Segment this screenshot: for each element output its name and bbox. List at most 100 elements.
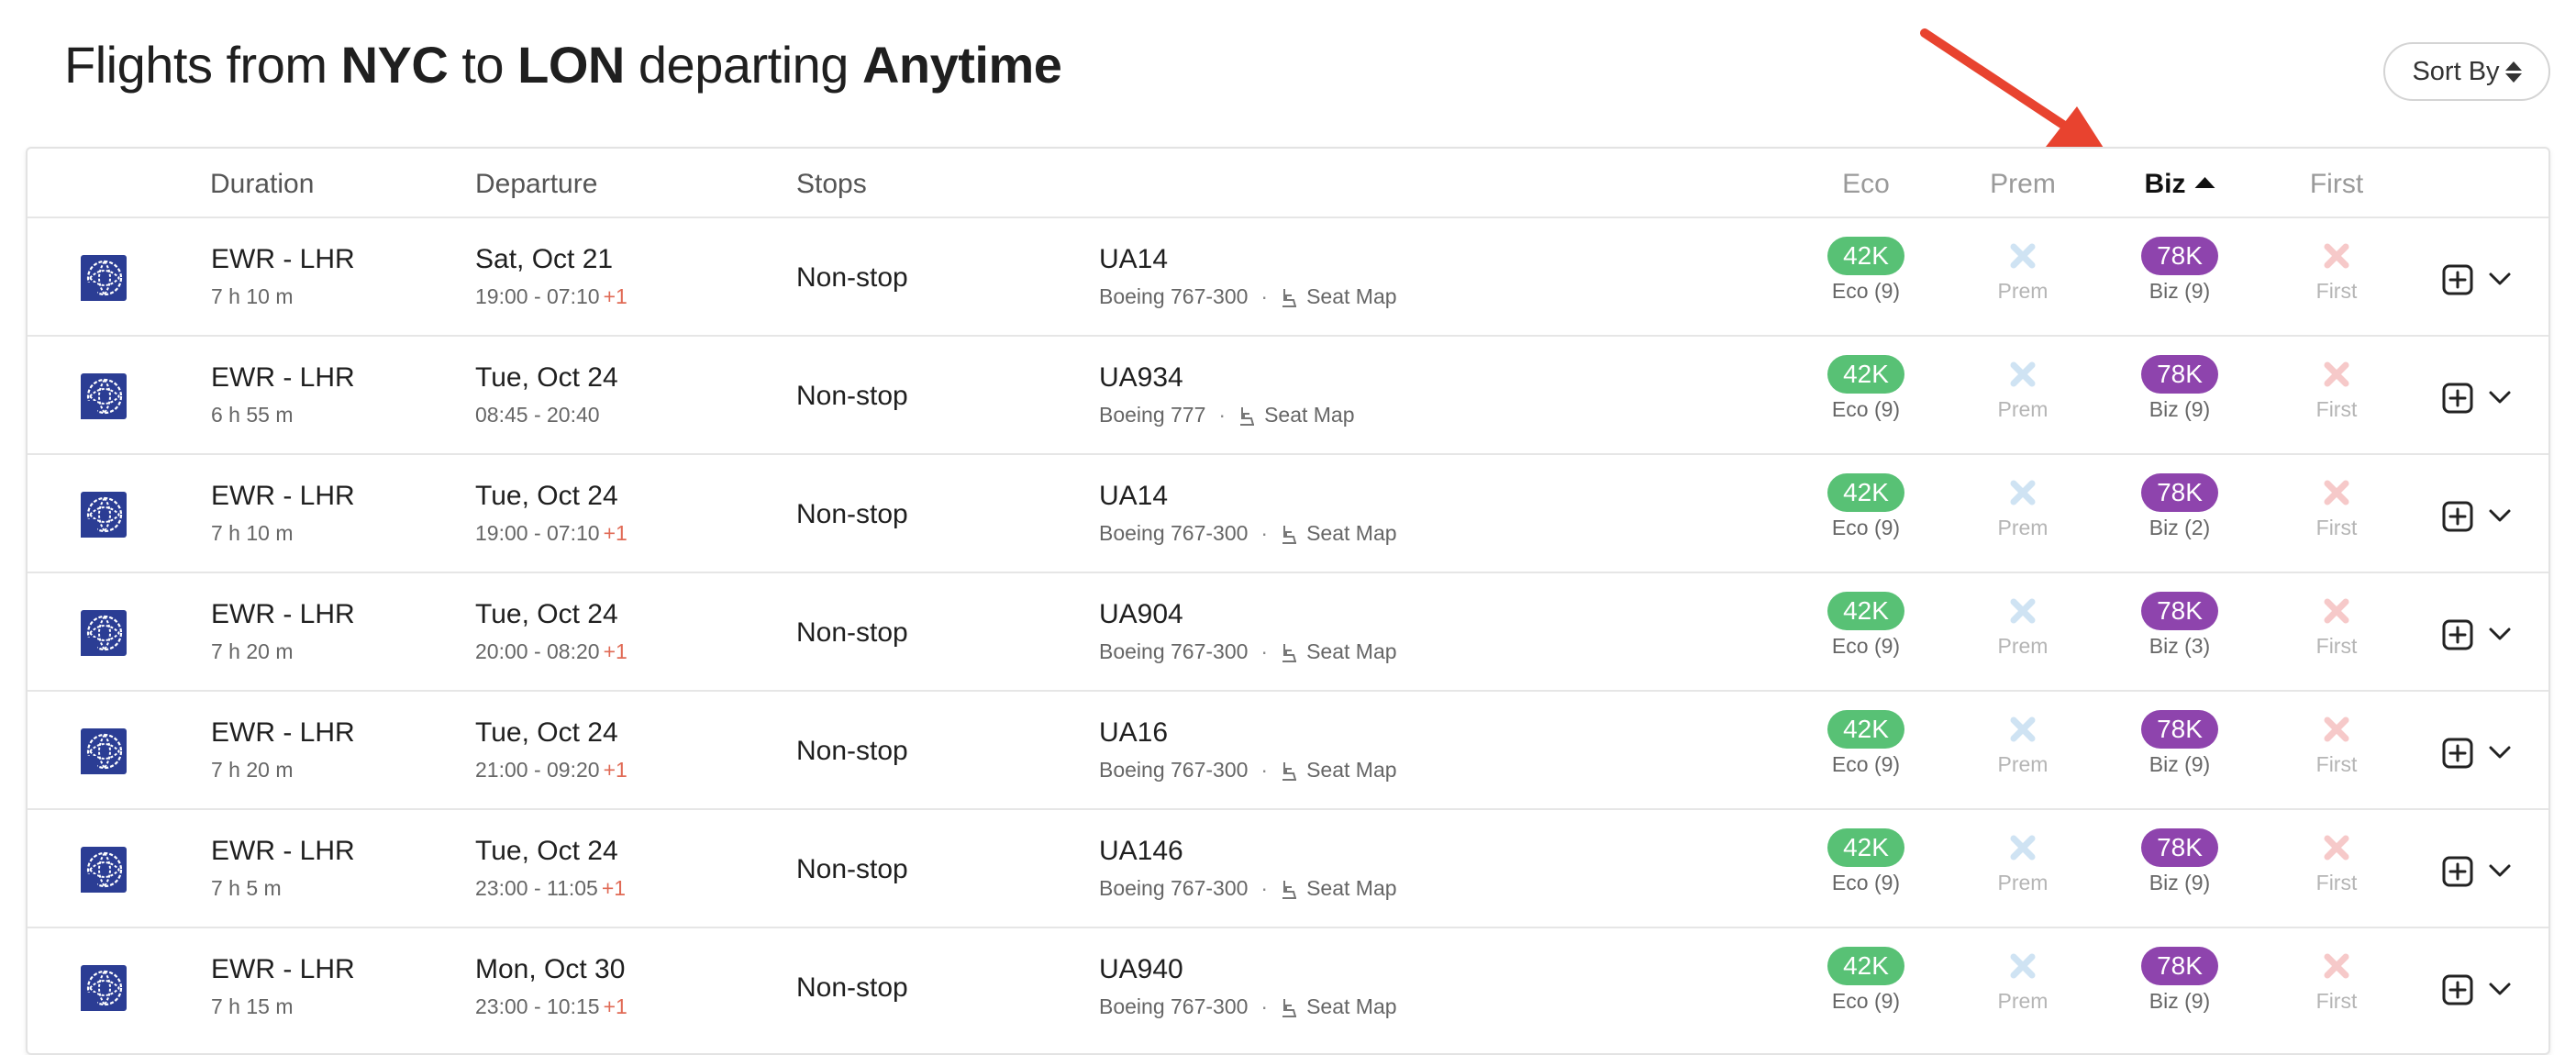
flight-row[interactable]: EWR - LHR 7 h 20 m Tue, Oct 24 21:00 - 0…	[28, 692, 2548, 810]
flight-row[interactable]: EWR - LHR 7 h 5 m Tue, Oct 24 23:00 - 11…	[28, 810, 2548, 928]
departure-date: Tue, Oct 24	[475, 481, 618, 511]
biz-price-pill[interactable]: 78K	[2141, 237, 2218, 275]
flight-duration: 7 h 10 m	[211, 521, 294, 545]
eco-price-pill[interactable]: 42K	[1827, 828, 1904, 867]
plus-square-icon[interactable]	[2442, 264, 2473, 295]
plus-square-icon[interactable]	[2442, 856, 2473, 887]
prem-unavailable-x-icon	[1954, 592, 2092, 630]
prem-label: Prem	[1997, 279, 2049, 303]
next-day-indicator: +1	[603, 639, 627, 663]
next-day-indicator: +1	[603, 994, 627, 1018]
biz-fare[interactable]: 78K Biz (9)	[2111, 355, 2248, 422]
seat-map-link[interactable]: Seat Map	[1281, 521, 1397, 546]
chevron-down-icon[interactable]	[2488, 980, 2512, 998]
col-biz[interactable]: Biz	[2145, 169, 2215, 200]
biz-availability: Biz (9)	[2149, 279, 2211, 303]
biz-price-pill[interactable]: 78K	[2141, 473, 2218, 512]
biz-fare[interactable]: 78K Biz (9)	[2111, 947, 2248, 1014]
prem-label: Prem	[1997, 752, 2049, 776]
flight-row[interactable]: EWR - LHR 7 h 10 m Sat, Oct 21 19:00 - 0…	[28, 218, 2548, 337]
prem-fare: Prem	[1954, 828, 2092, 895]
route: EWR - LHR	[211, 481, 355, 511]
seat-map-link[interactable]: Seat Map	[1281, 876, 1397, 901]
flight-duration: 6 h 55 m	[211, 403, 294, 427]
col-duration[interactable]: Duration	[210, 169, 314, 200]
flight-row[interactable]: EWR - LHR 7 h 10 m Tue, Oct 24 19:00 - 0…	[28, 455, 2548, 573]
stops: Non-stop	[796, 736, 908, 766]
col-eco[interactable]: Eco	[1842, 169, 1890, 200]
biz-price-pill[interactable]: 78K	[2141, 355, 2218, 394]
seat-map-label: Seat Map	[1306, 994, 1397, 1018]
eco-fare[interactable]: 42K Eco (9)	[1797, 473, 1935, 540]
seat-map-link[interactable]: Seat Map	[1238, 403, 1355, 428]
aircraft-type: Boeing 767-300	[1099, 639, 1249, 663]
seat-map-link[interactable]: Seat Map	[1281, 639, 1397, 664]
chevron-down-icon[interactable]	[2488, 270, 2512, 288]
eco-fare[interactable]: 42K Eco (9)	[1797, 237, 1935, 304]
biz-price-pill[interactable]: 78K	[2141, 710, 2218, 749]
flight-row[interactable]: EWR - LHR 6 h 55 m Tue, Oct 24 08:45 - 2…	[28, 337, 2548, 455]
chevron-down-icon[interactable]	[2488, 388, 2512, 406]
biz-fare[interactable]: 78K Biz (9)	[2111, 710, 2248, 777]
flight-row[interactable]: EWR - LHR 7 h 15 m Mon, Oct 30 23:00 - 1…	[28, 928, 2548, 1047]
col-stops[interactable]: Stops	[796, 169, 867, 200]
col-prem[interactable]: Prem	[1990, 169, 2056, 200]
flight-row[interactable]: EWR - LHR 7 h 20 m Tue, Oct 24 20:00 - 0…	[28, 573, 2548, 692]
col-first[interactable]: First	[2310, 169, 2363, 200]
aircraft-type: Boeing 767-300	[1099, 284, 1249, 308]
plus-square-icon[interactable]	[2442, 619, 2473, 650]
seat-map-link[interactable]: Seat Map	[1281, 994, 1397, 1019]
seat-map-link[interactable]: Seat Map	[1281, 284, 1397, 309]
prem-unavailable-x-icon	[1954, 473, 2092, 512]
eco-price-pill[interactable]: 42K	[1827, 237, 1904, 275]
biz-fare[interactable]: 78K Biz (2)	[2111, 473, 2248, 540]
chevron-down-icon[interactable]	[2488, 861, 2512, 880]
eco-price-pill[interactable]: 42K	[1827, 592, 1904, 630]
route: EWR - LHR	[211, 362, 355, 393]
eco-fare[interactable]: 42K Eco (9)	[1797, 710, 1935, 777]
chevron-down-icon[interactable]	[2488, 625, 2512, 643]
first-fare: First	[2268, 237, 2405, 304]
first-fare: First	[2268, 947, 2405, 1014]
seat-map-link[interactable]: Seat Map	[1281, 758, 1397, 783]
biz-fare[interactable]: 78K Biz (9)	[2111, 237, 2248, 304]
biz-fare[interactable]: 78K Biz (3)	[2111, 592, 2248, 659]
eco-price-pill[interactable]: 42K	[1827, 473, 1904, 512]
stops: Non-stop	[796, 381, 908, 411]
stops: Non-stop	[796, 262, 908, 293]
first-unavailable-x-icon	[2268, 237, 2405, 275]
eco-fare[interactable]: 42K Eco (9)	[1797, 592, 1935, 659]
chevron-down-icon[interactable]	[2488, 506, 2512, 525]
flight-number: UA16	[1099, 717, 1169, 748]
first-label: First	[2315, 516, 2358, 539]
biz-fare[interactable]: 78K Biz (9)	[2111, 828, 2248, 895]
eco-availability: Eco (9)	[1831, 989, 1901, 1013]
aircraft-info: Boeing 767-300 · Seat Map	[1099, 521, 1397, 546]
plus-square-icon[interactable]	[2442, 974, 2473, 1005]
stops: Non-stop	[796, 617, 908, 648]
chevron-down-icon[interactable]	[2488, 743, 2512, 761]
eco-fare[interactable]: 42K Eco (9)	[1797, 947, 1935, 1014]
plus-square-icon[interactable]	[2442, 738, 2473, 769]
col-departure[interactable]: Departure	[475, 169, 597, 200]
biz-price-pill[interactable]: 78K	[2141, 592, 2218, 630]
eco-price-pill[interactable]: 42K	[1827, 710, 1904, 749]
departure-date: Sat, Oct 21	[475, 244, 614, 274]
separator-dot: ·	[1260, 758, 1269, 782]
eco-fare[interactable]: 42K Eco (9)	[1797, 828, 1935, 895]
flights-table: Duration Departure Stops Eco Prem Biz Fi…	[26, 147, 2550, 1055]
eco-price-pill[interactable]: 42K	[1827, 355, 1904, 394]
eco-fare[interactable]: 42K Eco (9)	[1797, 355, 1935, 422]
plus-square-icon[interactable]	[2442, 383, 2473, 414]
plus-square-icon[interactable]	[2442, 501, 2473, 532]
biz-price-pill[interactable]: 78K	[2141, 947, 2218, 985]
biz-price-pill[interactable]: 78K	[2141, 828, 2218, 867]
sort-by-button[interactable]: Sort By	[2383, 42, 2550, 101]
eco-price-pill[interactable]: 42K	[1827, 947, 1904, 985]
united-airlines-globe-icon	[81, 965, 127, 1011]
prem-unavailable-x-icon	[1954, 710, 2092, 749]
eco-availability: Eco (9)	[1831, 752, 1901, 776]
seat-map-label: Seat Map	[1264, 403, 1355, 427]
flight-duration: 7 h 10 m	[211, 284, 294, 308]
departure-date: Mon, Oct 30	[475, 954, 626, 984]
